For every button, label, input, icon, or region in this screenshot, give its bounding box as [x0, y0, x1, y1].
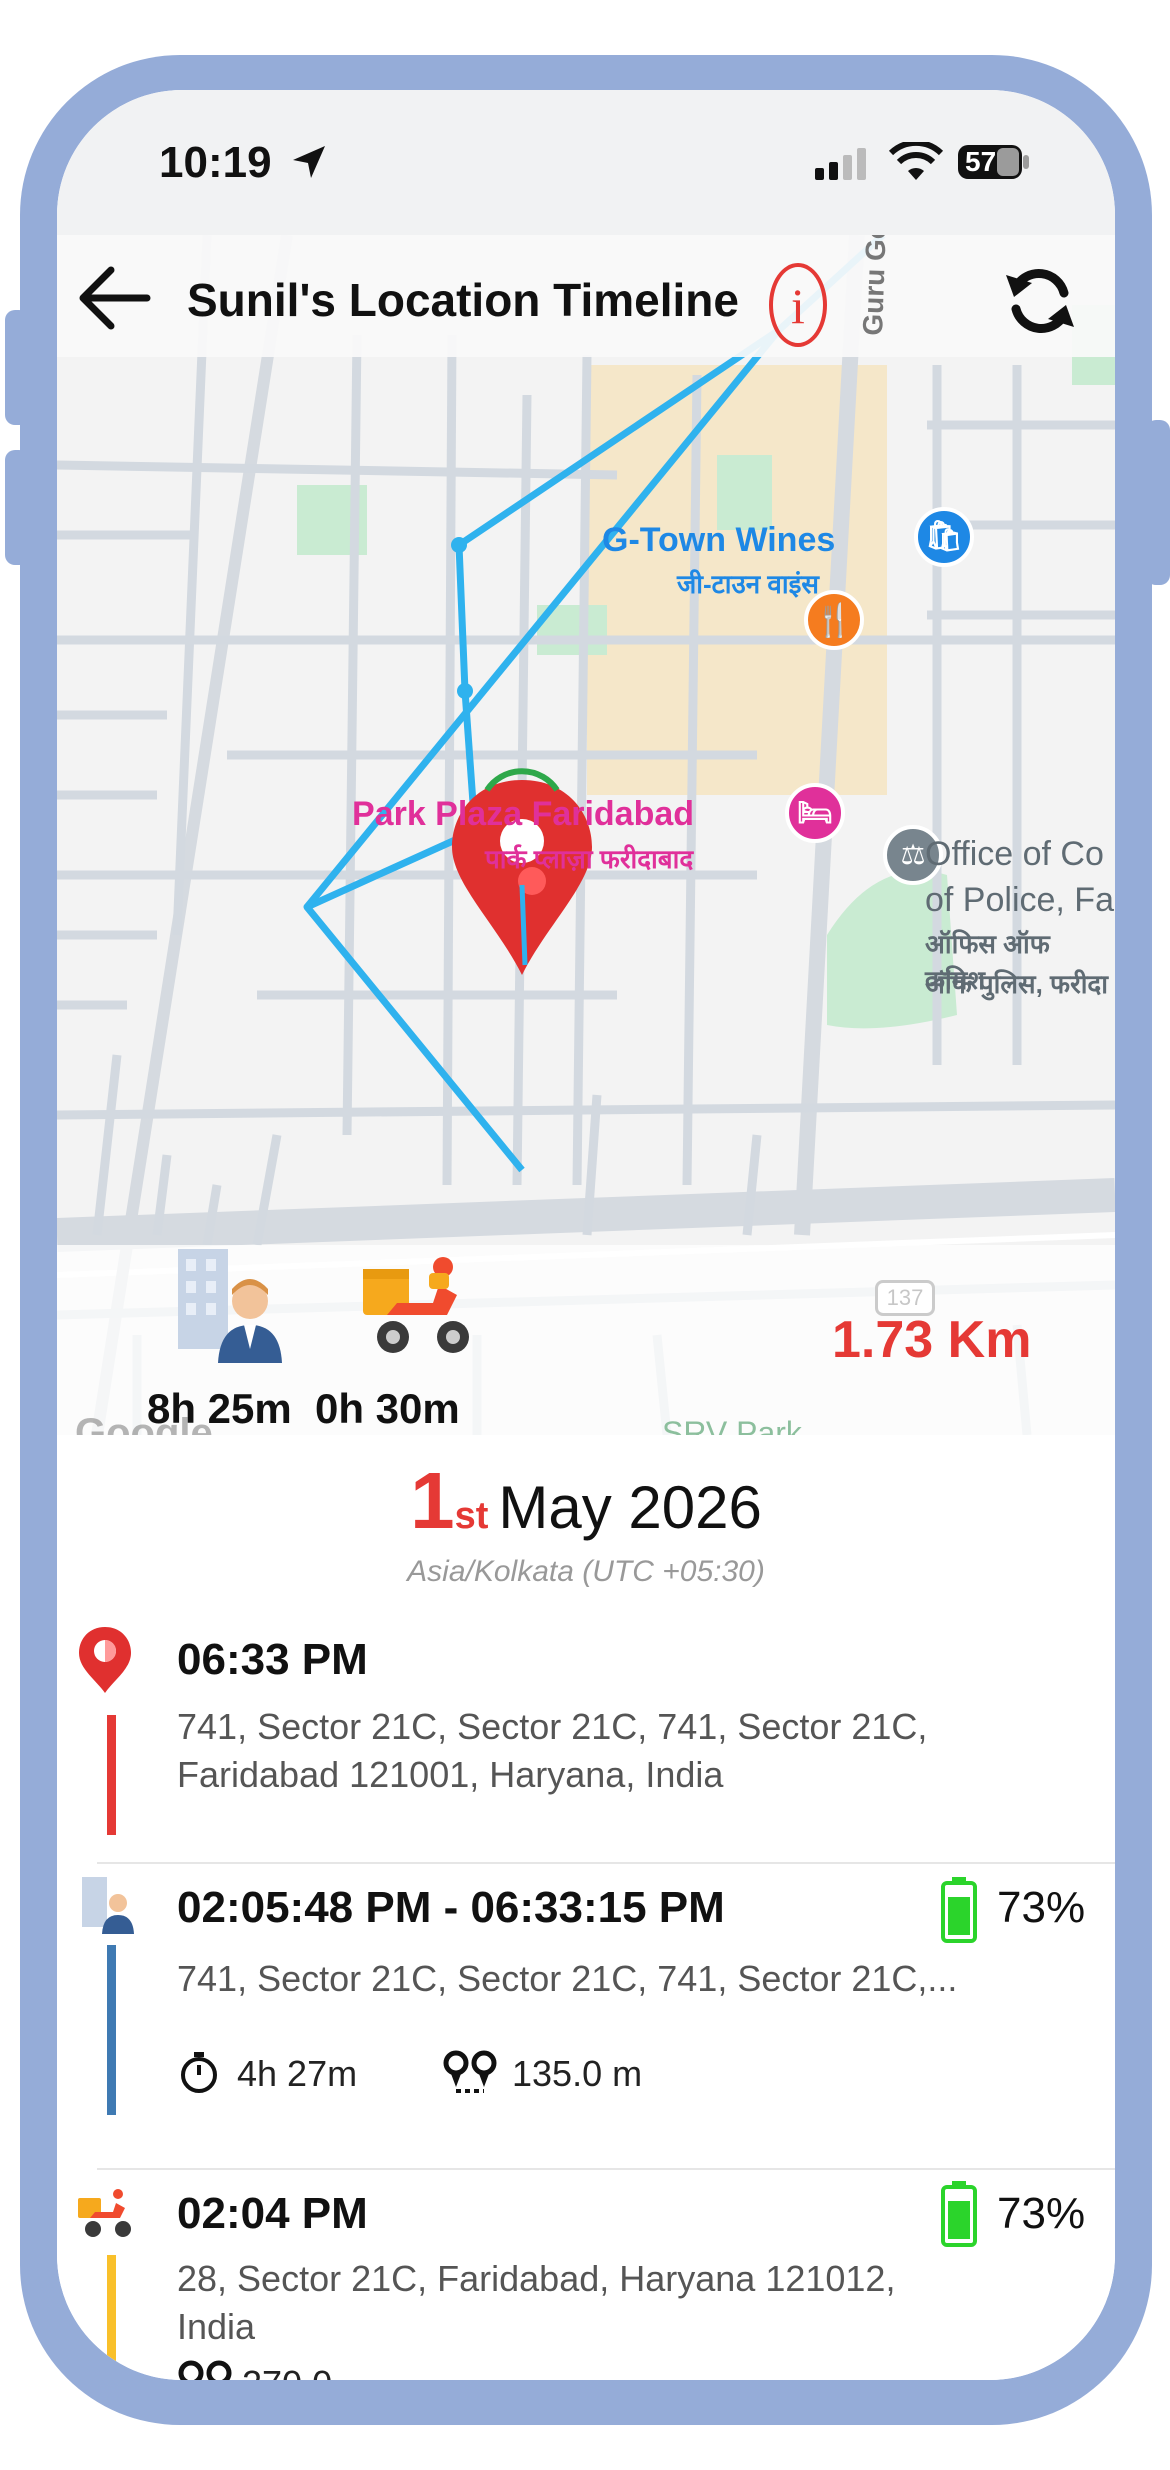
volume-button	[5, 450, 29, 565]
timeline-list: 1st May 2026 Asia/Kolkata (UTC +05:30) 06…	[57, 1435, 1115, 2380]
timeline-date: 1st May 2026	[57, 1455, 1115, 1547]
stopwatch-icon	[181, 2052, 217, 2093]
timezone-label: Asia/Kolkata (UTC +05:30)	[407, 1555, 765, 1588]
location-pin-icon	[79, 1627, 131, 1693]
divider	[97, 2168, 1115, 2170]
cellular-signal-icon	[815, 148, 866, 180]
battery-icon	[941, 2181, 977, 2247]
info-icon[interactable]: i	[769, 263, 827, 347]
poi-office-line-2: of Police, Fa	[925, 881, 1114, 919]
status-time: 10:19	[159, 138, 272, 187]
battery-indicator: 57	[957, 144, 1031, 180]
ride-duration: 0h 30m	[315, 1385, 460, 1432]
entry-address: 28, Sector 21C, Faridabad, Haryana 12101…	[177, 2258, 896, 2347]
poi-office-line-1[interactable]: Office of Co	[925, 835, 1104, 874]
battery-percent: 73%	[997, 2189, 1086, 2238]
battery-level: 57	[965, 146, 997, 177]
entry-address: 741, Sector 21C, Sector 21C, 741, Sector…	[177, 1706, 928, 1795]
distance-pins-icon	[443, 2050, 497, 2093]
wifi-icon	[889, 142, 943, 180]
page-title: Sunil's Location Timeline	[187, 274, 739, 326]
back-arrow-icon[interactable]	[75, 263, 155, 333]
distance-pins-icon	[178, 2360, 232, 2380]
entry-bar	[107, 1945, 116, 2115]
divider	[97, 1862, 1115, 1864]
delivery-scooter-icon	[78, 2189, 131, 2237]
entry-address: 741, Sector 21C, Sector 21C, 741, Sector…	[177, 1958, 958, 1999]
phone-screen: 10:19 57 Sunil's Location Timeline i Gur…	[57, 90, 1115, 2380]
entry-bar	[107, 2255, 116, 2380]
status-bar: 10:19 57	[57, 90, 1115, 235]
hotel-icon[interactable]: 🛏	[785, 783, 845, 843]
refresh-icon[interactable]	[1002, 263, 1078, 339]
stay-duration-value: 4h 27m	[237, 2053, 358, 2094]
office-worker-icon	[178, 1249, 282, 1363]
battery-icon	[941, 1877, 977, 1943]
location-arrow-icon	[293, 146, 325, 178]
timeline-entry-ride[interactable]: 02:04 PM 73% 28, Sector 21C, Faridabad, …	[57, 2181, 1115, 2380]
date-suffix: st	[454, 1495, 489, 1537]
total-distance: 1.73 Km	[832, 1311, 1032, 1369]
road-label: Guru Go	[857, 235, 892, 337]
entry-time: 02:04 PM	[177, 2189, 368, 2238]
battery-percent: 73%	[997, 1883, 1086, 1932]
shopping-bag-icon[interactable]: 🛍	[914, 507, 974, 567]
poi-park-plaza-hindi: पार्क प्लाज़ा फरीदाबाद	[485, 844, 694, 874]
timeline-entry-location[interactable]: 06:33 PM 741, Sector 21C, Sector 21C, 74…	[57, 1625, 1115, 1845]
power-button	[1146, 420, 1170, 585]
poi-srv-park: SRV Park	[662, 1415, 802, 1435]
poi-gtown-wines-hindi: जी-टाउन वाइंस	[677, 569, 819, 599]
timeline-entry-stay[interactable]: 02:05:48 PM - 06:33:15 PM 73% 741, Secto…	[57, 1875, 1115, 2175]
date-month-year: May 2026	[498, 1474, 762, 1541]
restaurant-icon[interactable]: 🍴	[804, 590, 864, 650]
delivery-scooter-icon	[363, 1257, 469, 1353]
poi-gtown-wines[interactable]: G-Town Wines	[602, 522, 835, 558]
stay-distance-value: 135.0 m	[512, 2053, 643, 2094]
date-day: 1	[410, 1456, 455, 1545]
top-header: Sunil's Location Timeline i	[57, 235, 1115, 357]
google-logo: Google	[75, 1411, 213, 1435]
mute-switch	[5, 310, 29, 425]
office-worker-icon	[82, 1877, 134, 1934]
map-view[interactable]: Sunil's Location Timeline i Guru Go G-To…	[57, 235, 1115, 1435]
ride-distance-partial: 270.0	[242, 2363, 332, 2380]
poi-office-line-4: ऑफ पुलिस, फरीदा	[925, 969, 1108, 999]
poi-park-plaza[interactable]: Park Plaza Faridabad	[352, 795, 694, 834]
entry-time-range: 02:05:48 PM - 06:33:15 PM	[177, 1883, 725, 1932]
entry-bar	[107, 1715, 116, 1835]
entry-time: 06:33 PM	[177, 1635, 368, 1684]
